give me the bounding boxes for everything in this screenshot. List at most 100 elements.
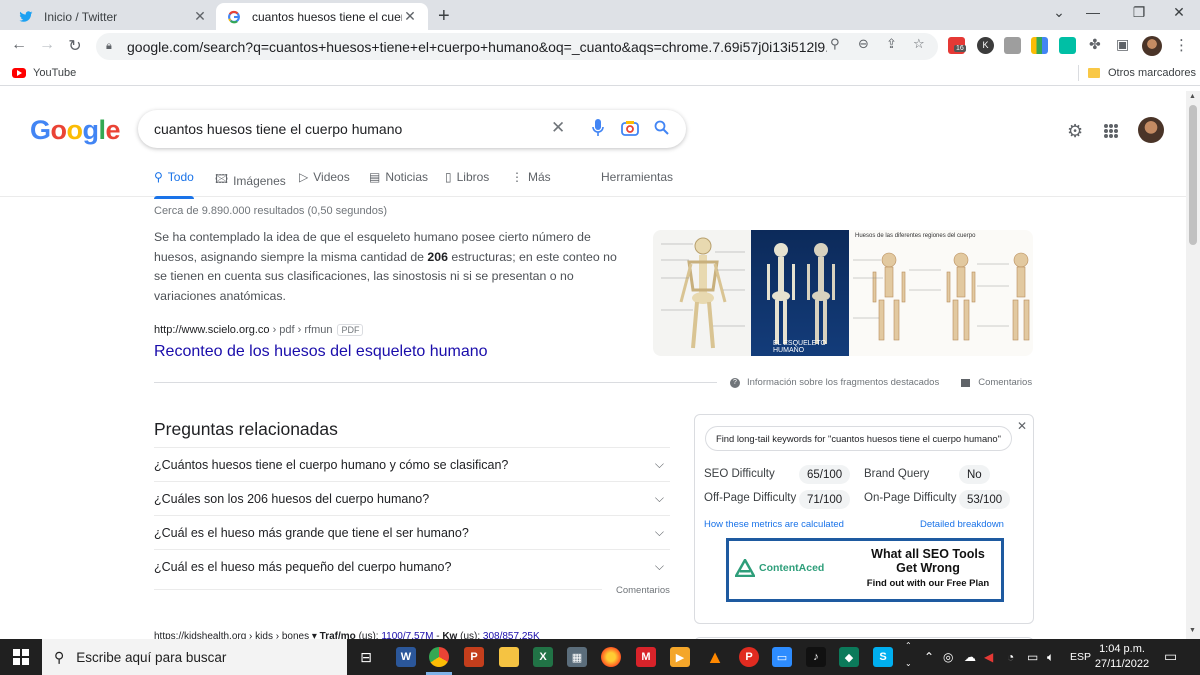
- word-app-icon[interactable]: W: [396, 647, 416, 667]
- image-extension-icon[interactable]: [1004, 37, 1021, 54]
- tab-twitter[interactable]: Inicio / Twitter ✕: [8, 3, 218, 30]
- page-scrollbar[interactable]: ▲ ▼: [1186, 91, 1200, 639]
- tiktok-app-icon[interactable]: ♪: [806, 647, 826, 667]
- windows-start-button[interactable]: [0, 639, 42, 675]
- tray-alert-icon[interactable]: ◀: [984, 650, 993, 664]
- scroll-up-icon[interactable]: ▲: [1189, 93, 1196, 100]
- volume-icon[interactable]: 🔈︎: [1047, 650, 1054, 665]
- skype-app-icon[interactable]: S: [873, 647, 893, 667]
- tab-mas[interactable]: ⋮ Más: [511, 170, 551, 184]
- file-explorer-icon[interactable]: [499, 647, 519, 667]
- reload-icon[interactable]: ↻: [64, 36, 86, 56]
- tab-libros[interactable]: ▯ Libros: [445, 170, 489, 184]
- tab-herramientas[interactable]: Herramientas: [601, 170, 673, 184]
- keywords-value[interactable]: 308/857.25K: [483, 631, 540, 639]
- tab-todo[interactable]: ⚲ Todo: [154, 170, 194, 199]
- close-window-icon[interactable]: ✕: [1164, 4, 1194, 24]
- mega-app-icon[interactable]: M: [636, 647, 656, 667]
- metrics-explanation-link[interactable]: How these metrics are calculated: [704, 519, 844, 530]
- detailed-breakdown-link[interactable]: Detailed breakdown: [920, 519, 1004, 530]
- result-title-link[interactable]: Reconteo de los huesos del esqueleto hum…: [154, 343, 488, 361]
- calendar-extension-icon[interactable]: 16: [948, 37, 966, 54]
- k-extension-icon[interactable]: K: [977, 37, 994, 54]
- taskbar-search-box[interactable]: ⚲ Escribe aquí para buscar: [42, 639, 347, 675]
- calculator-app-icon[interactable]: ▦: [567, 647, 587, 667]
- new-tab-plus-icon[interactable]: +: [438, 5, 450, 28]
- related-question[interactable]: ¿Cuáles son los 206 huesos del cuerpo hu…: [154, 481, 670, 515]
- search-icon[interactable]: [654, 120, 669, 140]
- close-icon[interactable]: ✕: [402, 8, 418, 25]
- chevron-down-icon[interactable]: ⌄: [1044, 4, 1074, 24]
- bookmark-youtube[interactable]: YouTube: [12, 67, 76, 79]
- side-panel-icon[interactable]: ▣: [1116, 36, 1129, 53]
- tab-google-search[interactable]: cuantos huesos tiene el cuerpo h ✕: [216, 3, 428, 30]
- related-questions-feedback-link[interactable]: Comentarios: [616, 585, 670, 596]
- bookmark-other-folder[interactable]: Otros marcadores: [1088, 67, 1196, 79]
- apps-grid-icon[interactable]: [1104, 124, 1118, 138]
- tray-chevron-up-icon[interactable]: ⌃: [924, 650, 934, 664]
- back-arrow-icon[interactable]: ←: [8, 36, 30, 54]
- search-icon: ⚲: [154, 170, 163, 184]
- clear-icon[interactable]: ✕: [551, 118, 565, 138]
- analytics-extension-icon[interactable]: [1031, 37, 1048, 54]
- result-citation[interactable]: http://www.scielo.org.co › pdf › rfmun P…: [154, 324, 364, 336]
- firefox-app-icon[interactable]: [601, 647, 621, 667]
- chrome-app-icon[interactable]: [429, 647, 449, 667]
- bookmark-star-icon[interactable]: ☆: [913, 36, 925, 52]
- snippet-image-strip[interactable]: EL ESQUELETO HUMANO Huesos de las difere…: [653, 230, 1033, 356]
- puzzle-extensions-icon[interactable]: ✤: [1089, 36, 1101, 53]
- camera-lens-icon[interactable]: [621, 120, 639, 141]
- onedrive-cloud-icon[interactable]: ☁: [964, 650, 976, 664]
- network-icon[interactable]: ◔: [1007, 650, 1014, 664]
- tab-imagenes[interactable]: 🖾 Imágenes: [215, 170, 286, 191]
- media-player-icon[interactable]: ▶: [670, 647, 690, 667]
- related-question[interactable]: ¿Cuál es el hueso más grande que tiene e…: [154, 515, 670, 549]
- account-avatar[interactable]: [1138, 117, 1164, 143]
- address-bar[interactable]: 🔒︎ google.com/search?q=cuantos+huesos+ti…: [96, 33, 938, 60]
- battery-icon[interactable]: ▭: [1027, 650, 1038, 664]
- related-question[interactable]: ¿Cuántos huesos tiene el cuerpo humano y…: [154, 447, 670, 481]
- skeleton-diagram-image[interactable]: [653, 230, 751, 356]
- settings-gear-icon[interactable]: ⚙: [1067, 121, 1083, 142]
- traffic-value[interactable]: 1100/7.57M: [381, 631, 433, 639]
- skeleton-photo-image[interactable]: EL ESQUELETO HUMANO: [751, 230, 849, 356]
- close-icon[interactable]: ✕: [192, 8, 208, 25]
- feedly-app-icon[interactable]: ◆: [839, 647, 859, 667]
- close-icon[interactable]: ✕: [1017, 419, 1027, 433]
- snippet-feedback-link[interactable]: Comentarios: [978, 377, 1032, 388]
- excel-app-icon[interactable]: X: [533, 647, 553, 667]
- more-vert-icon[interactable]: ⋮: [1174, 36, 1189, 54]
- chevron-up-icon[interactable]: ⌃: [905, 641, 912, 650]
- powerpoint-app-icon[interactable]: P: [464, 647, 484, 667]
- forward-arrow-icon[interactable]: →: [36, 36, 58, 54]
- scrollbar-thumb[interactable]: [1189, 105, 1197, 245]
- chevron-down-icon[interactable]: ⌄: [905, 659, 912, 668]
- notifications-icon[interactable]: ▭: [1164, 648, 1177, 665]
- zoom-app-icon[interactable]: ▭: [772, 647, 792, 667]
- restore-icon[interactable]: ❐: [1124, 4, 1154, 24]
- vlc-app-icon[interactable]: ▲: [705, 647, 725, 667]
- share-icon[interactable]: ⇪: [886, 36, 897, 52]
- microphone-icon[interactable]: [592, 119, 604, 142]
- skeleton-regions-image[interactable]: Huesos de las diferentes regiones del cu…: [849, 230, 1033, 356]
- task-view-icon[interactable]: ⊟: [356, 647, 376, 667]
- profile-avatar[interactable]: [1142, 36, 1162, 56]
- long-tail-keywords-button[interactable]: Find long-tail keywords for "cuantos hue…: [705, 426, 1012, 451]
- snippet-info-link[interactable]: Información sobre los fragmentos destaca…: [747, 377, 939, 388]
- zoom-icon[interactable]: ⊖: [858, 36, 869, 52]
- contentaced-ad-banner[interactable]: ContentAced What all SEO Tools Get Wrong…: [726, 538, 1004, 602]
- pdf-app-icon[interactable]: P: [739, 647, 759, 667]
- next-result-preview[interactable]: https://kidshealth.org › kids › bones ▾ …: [154, 631, 540, 639]
- seo-extension-icon[interactable]: [1059, 37, 1076, 54]
- metric-label: Off-Page Difficulty: [704, 492, 797, 504]
- related-question[interactable]: ¿Cuál es el hueso más pequeño del cuerpo…: [154, 549, 670, 583]
- scroll-down-icon[interactable]: ▼: [1189, 627, 1196, 634]
- system-clock[interactable]: 1:04 p.m. 27/11/2022: [1092, 642, 1152, 672]
- minimize-icon[interactable]: —: [1078, 4, 1108, 24]
- tab-videos[interactable]: ▷ Videos: [299, 170, 350, 184]
- language-indicator[interactable]: ESP: [1070, 651, 1091, 663]
- tray-app-icon[interactable]: ◎: [943, 650, 953, 664]
- google-logo[interactable]: Google: [30, 115, 121, 146]
- location-pin-icon[interactable]: ⚲: [830, 36, 840, 52]
- tab-noticias[interactable]: ▤ Noticias: [369, 170, 428, 184]
